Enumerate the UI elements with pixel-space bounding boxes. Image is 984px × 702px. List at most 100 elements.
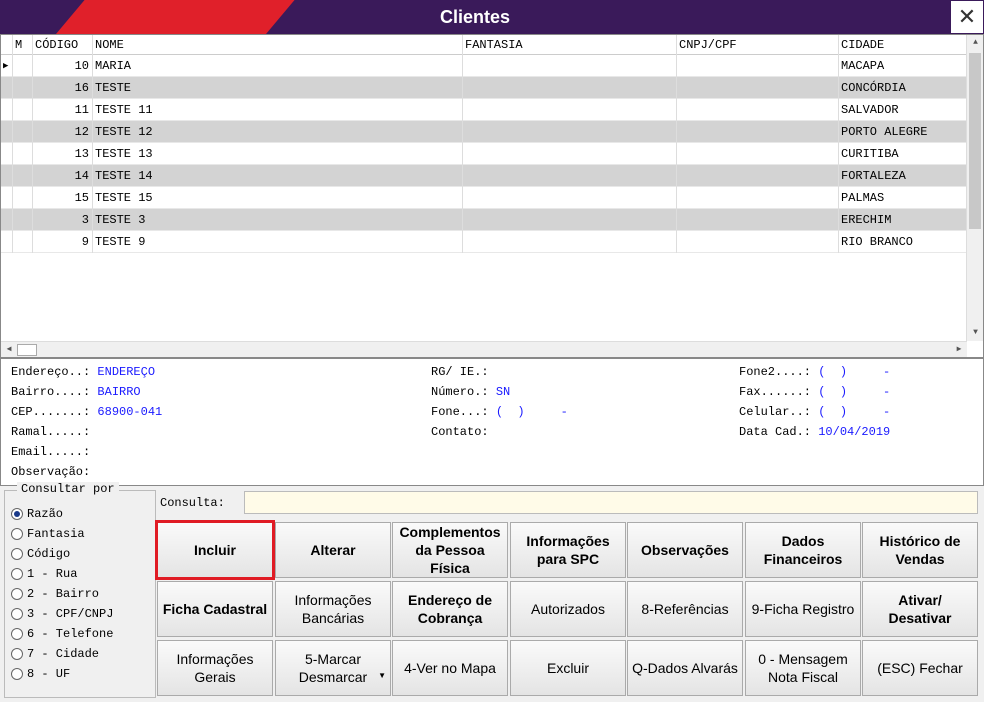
table-row[interactable]: 16 TESTE CONCÓRDIA (1, 77, 967, 99)
detail-bairro: Bairro....: BAIRRO (11, 385, 141, 399)
radio-icon[interactable] (11, 568, 23, 580)
cell-nome: TESTE 13 (93, 143, 463, 165)
ficha-registro-button[interactable]: 9-Ficha Registro (745, 581, 861, 637)
header-m[interactable]: M (13, 35, 33, 55)
scroll-right-icon[interactable]: ▶ (951, 342, 967, 357)
cell-codigo: 14 (33, 165, 93, 187)
consultar-option-label: 8 - UF (27, 667, 71, 681)
marcar-desmarcar-button[interactable]: 5-Marcar Desmarcar ▼ (275, 640, 391, 696)
cell-cnpj-cpf (677, 209, 839, 231)
cell-nome: TESTE (93, 77, 463, 99)
observacoes-button[interactable]: Observações (627, 522, 743, 578)
autorizados-button[interactable]: Autorizados (510, 581, 626, 637)
cell-m (13, 209, 33, 231)
radio-icon[interactable] (11, 608, 23, 620)
detail-ramal: Ramal.....: (11, 425, 91, 439)
consultar-option[interactable]: Razão (11, 505, 63, 523)
incluir-button[interactable]: Incluir (155, 520, 275, 580)
informacoes-spc-button[interactable]: Informações para SPC (510, 522, 626, 578)
hscroll-thumb[interactable] (17, 344, 37, 356)
scroll-left-icon[interactable]: ◀ (1, 342, 17, 357)
radio-icon[interactable] (11, 508, 23, 520)
informacoes-gerais-button[interactable]: Informações Gerais (157, 640, 273, 696)
endereco-cobranca-button[interactable]: Endereço de Cobrança (392, 581, 508, 637)
table-row[interactable]: 12 TESTE 12 PORTO ALEGRE (1, 121, 967, 143)
consultar-option[interactable]: 6 - Telefone (11, 625, 113, 643)
cell-cnpj-cpf (677, 165, 839, 187)
header-cnpj-cpf[interactable]: CNPJ/CPF (677, 35, 839, 55)
radio-icon[interactable] (11, 648, 23, 660)
consultar-option[interactable]: 2 - Bairro (11, 585, 99, 603)
informacoes-bancarias-button[interactable]: Informações Bancárias (275, 581, 391, 637)
alterar-button[interactable]: Alterar (275, 522, 391, 578)
dropdown-arrow-icon[interactable]: ▼ (378, 667, 386, 685)
cell-codigo: 9 (33, 231, 93, 253)
cell-codigo: 12 (33, 121, 93, 143)
consultar-option-label: 3 - CPF/CNPJ (27, 607, 114, 621)
cell-cnpj-cpf (677, 187, 839, 209)
table-row[interactable]: 15 TESTE 15 PALMAS (1, 187, 967, 209)
table-row[interactable]: 9 TESTE 9 RIO BRANCO (1, 231, 967, 253)
cell-nome: TESTE 12 (93, 121, 463, 143)
table-row[interactable]: 14 TESTE 14 FORTALEZA (1, 165, 967, 187)
cell-cidade: PORTO ALEGRE (841, 125, 928, 139)
current-row-icon: ▶ (1, 55, 13, 77)
table-row[interactable]: ▶ 10 MARIA MACAPA (1, 55, 967, 77)
mensagem-nota-fiscal-button[interactable]: 0 - Mensagem Nota Fiscal (745, 640, 861, 696)
radio-icon[interactable] (11, 668, 23, 680)
table-row[interactable]: 3 TESTE 3 ERECHIM (1, 209, 967, 231)
detail-celular: Celular..: ( ) - (739, 405, 891, 419)
cell-fantasia (463, 99, 677, 121)
scroll-thumb[interactable] (969, 53, 981, 229)
consultar-option[interactable]: 3 - CPF/CNPJ (11, 605, 113, 623)
dados-alvaras-button[interactable]: Q-Dados Alvarás (627, 640, 743, 696)
radio-icon[interactable] (11, 528, 23, 540)
consulta-label: Consulta: (160, 496, 225, 510)
dados-financeiros-button[interactable]: Dados Financeiros (745, 522, 861, 578)
radio-icon[interactable] (11, 628, 23, 640)
consultar-option[interactable]: Código (11, 545, 70, 563)
grid-body: ▶ 10 MARIA MACAPA 16 TESTE CONCÓRDIA 11 TESTE 11… (1, 55, 967, 253)
consulta-input[interactable] (244, 491, 978, 514)
cell-fantasia (463, 143, 677, 165)
fechar-button[interactable]: (ESC) Fechar (862, 640, 978, 696)
row-indicator (1, 165, 13, 187)
header-cidade[interactable]: CIDADE (839, 35, 967, 55)
row-indicator (1, 121, 13, 143)
excluir-button[interactable]: Excluir (510, 640, 626, 696)
scroll-down-icon[interactable]: ▼ (967, 325, 983, 341)
historico-vendas-button[interactable]: Histórico de Vendas (862, 522, 978, 578)
consultar-option[interactable]: 7 - Cidade (11, 645, 99, 663)
ativar-desativar-button[interactable]: Ativar/ Desativar (862, 581, 978, 637)
horizontal-scrollbar[interactable]: ◀ ▶ (1, 341, 967, 357)
scroll-up-icon[interactable]: ▲ (967, 35, 983, 51)
complementos-pessoa-fisica-button[interactable]: Complementos da Pessoa Física (392, 522, 508, 578)
cell-fantasia (463, 121, 677, 143)
table-row[interactable]: 13 TESTE 13 CURITIBA (1, 143, 967, 165)
header-nome[interactable]: NOME (93, 35, 463, 55)
cell-m (13, 165, 33, 187)
cell-codigo: 13 (33, 143, 93, 165)
cell-cidade: SALVADOR (841, 103, 899, 117)
row-indicator (1, 77, 13, 99)
table-row[interactable]: 11 TESTE 11 SALVADOR (1, 99, 967, 121)
consultar-option[interactable]: Fantasia (11, 525, 85, 543)
cell-fantasia (463, 55, 677, 77)
ficha-cadastral-button[interactable]: Ficha Cadastral (157, 581, 273, 637)
clients-grid[interactable]: M CÓDIGO NOME FANTASIA CNPJ/CPF CIDADE ▶… (0, 34, 984, 358)
consultar-option[interactable]: 1 - Rua (11, 565, 77, 583)
vertical-scrollbar[interactable]: ▲ ▼ (966, 35, 983, 341)
close-icon[interactable]: ✕ (950, 0, 984, 34)
window-title: Clientes (439, 7, 511, 27)
radio-icon[interactable] (11, 588, 23, 600)
radio-icon[interactable] (11, 548, 23, 560)
detail-fone2: Fone2....: ( ) - (739, 365, 891, 379)
detail-contato: Contato: (431, 425, 489, 439)
consultar-option[interactable]: 8 - UF (11, 665, 70, 683)
ver-no-mapa-button[interactable]: 4-Ver no Mapa (392, 640, 508, 696)
header-fantasia[interactable]: FANTASIA (463, 35, 677, 55)
cell-fantasia (463, 209, 677, 231)
cell-nome: MARIA (93, 55, 463, 77)
header-codigo[interactable]: CÓDIGO (33, 35, 93, 55)
referencias-button[interactable]: 8-Referências (627, 581, 743, 637)
